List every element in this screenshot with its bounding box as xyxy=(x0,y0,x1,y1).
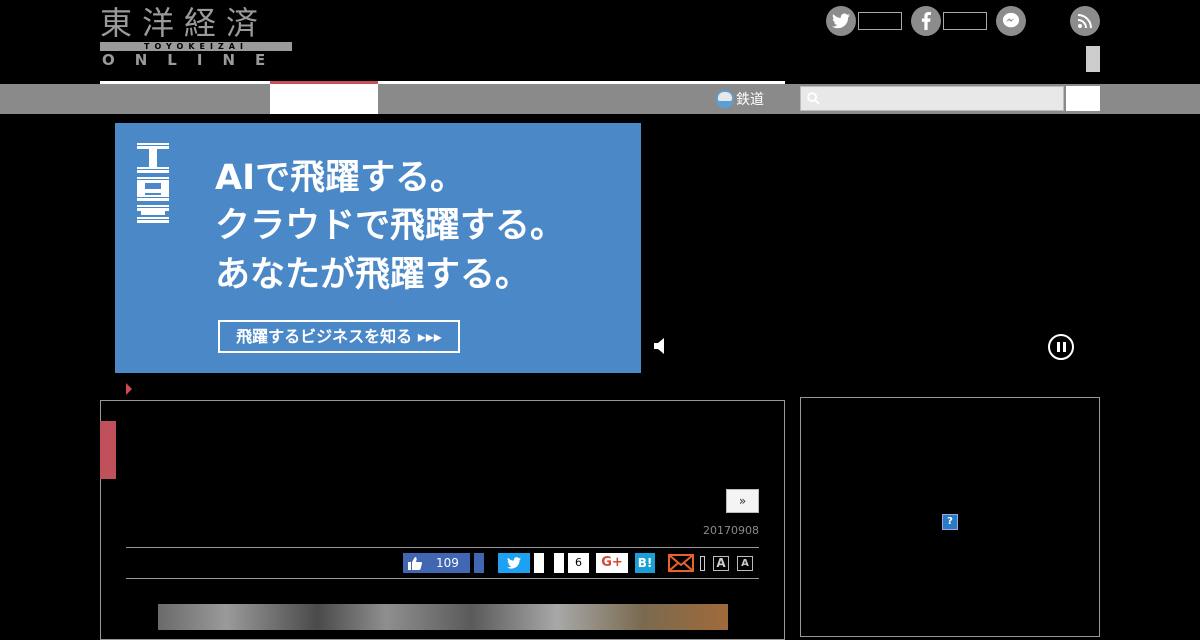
ad-headline-2: クラウドで飛躍する。 xyxy=(215,206,566,246)
thumbs-up-icon xyxy=(408,556,422,570)
pause-icon[interactable] xyxy=(1048,334,1074,360)
hatena-count: 6 xyxy=(568,553,589,573)
messenger-icon[interactable] xyxy=(996,6,1026,36)
print-button[interactable] xyxy=(700,556,705,571)
search-input[interactable] xyxy=(800,86,1064,111)
nav-rail-label: 鉄道 xyxy=(736,92,764,108)
search-button[interactable] xyxy=(1066,86,1100,111)
article-photo xyxy=(158,604,728,630)
twitter-count-box xyxy=(858,12,902,30)
facebook-share-stub[interactable] xyxy=(474,553,484,573)
twitter-icon[interactable] xyxy=(826,6,856,36)
share-top-divider xyxy=(126,547,759,548)
ibm-banner-ad[interactable]: AIで飛躍する。 クラウドで飛躍する。 あなたが飛躍する。 飛躍するビジネスを知… xyxy=(115,123,641,373)
ibm-logo xyxy=(137,143,169,223)
next-page-button[interactable]: » xyxy=(726,489,759,513)
ad-choices-icon[interactable]: ? xyxy=(942,514,958,530)
train-icon xyxy=(716,90,734,108)
tweet-count-box xyxy=(534,553,544,573)
font-size-large-button[interactable]: A xyxy=(713,556,729,571)
nav-rail-link[interactable]: 鉄道 xyxy=(716,88,764,110)
rss-icon[interactable] xyxy=(1070,6,1100,36)
mail-icon[interactable] xyxy=(668,554,694,572)
facebook-icon[interactable] xyxy=(911,6,941,36)
logo-kanji: 東洋経済 xyxy=(100,4,269,42)
google-plus-button[interactable]: G+ xyxy=(596,553,628,573)
speaker-icon[interactable] xyxy=(654,336,666,356)
hatena-bookmark-button[interactable]: B! xyxy=(635,553,655,573)
logo-band: TOYOKEIZAI xyxy=(100,42,292,51)
facebook-like-button[interactable]: 109 xyxy=(403,553,470,573)
article-date: 20170908 xyxy=(703,524,759,537)
share-bottom-divider xyxy=(126,578,759,579)
search-icon xyxy=(807,92,820,105)
hatena-count-stub xyxy=(554,553,564,573)
ad-headline-3: あなたが飛躍する。 xyxy=(215,255,531,295)
article-category-tab xyxy=(100,421,116,479)
nav-tab-active[interactable] xyxy=(270,84,378,114)
twitter-bird-icon xyxy=(507,557,521,569)
ad-cta-button[interactable]: 飛躍するビジネスを知る ▸▸▸ xyxy=(218,320,460,353)
like-count: 109 xyxy=(436,556,459,570)
tweet-button[interactable] xyxy=(498,553,530,573)
ad-headline-1: AIで飛躍する。 xyxy=(215,158,466,198)
login-button[interactable] xyxy=(1086,46,1100,72)
logo-online: ONLINE xyxy=(102,51,286,69)
breadcrumb-arrow-icon xyxy=(126,383,132,395)
site-logo[interactable]: 東洋経済 TOYOKEIZAI ONLINE xyxy=(100,6,292,70)
facebook-count-box xyxy=(943,12,987,30)
font-size-small-button[interactable]: A xyxy=(737,556,753,571)
